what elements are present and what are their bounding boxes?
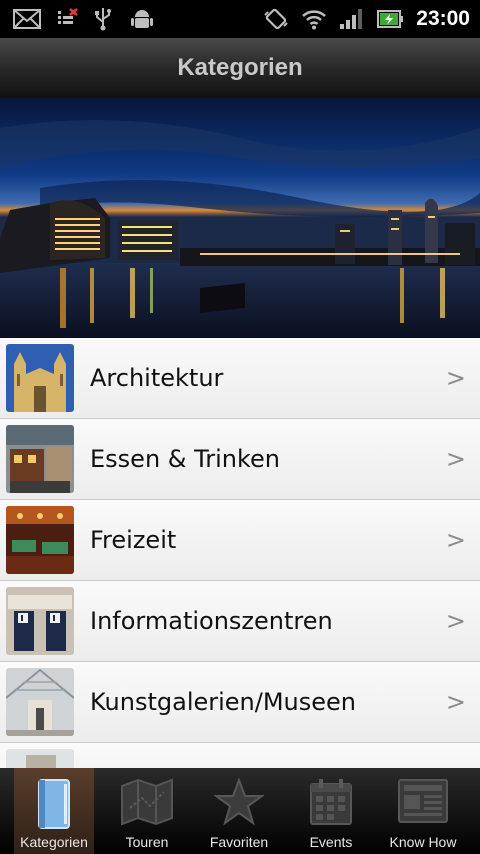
book-icon [34,778,74,836]
museum-thumbnail [6,668,74,736]
list-item-freizeit[interactable]: Freizeit > [0,500,480,581]
chevron-right-icon: > [445,445,466,473]
list-item-partial[interactable] [0,743,480,768]
android-debug-icon [130,0,154,38]
wifi-icon [300,0,328,38]
list-item-label: Kunstgalerien/Museen [90,688,357,716]
food-drink-thumbnail [6,425,74,493]
clock: 23:00 [416,7,470,30]
tab-kategorien[interactable]: Kategorien [14,768,94,854]
calendar-icon [309,778,353,830]
tab-label: Favoriten [209,834,269,850]
list-item-label: Essen & Trinken [90,445,281,473]
battery-icon [376,0,404,38]
tab-label: Know How [389,834,457,850]
map-icon [120,778,174,830]
page-title: Kategorien [177,54,303,81]
tab-know-how[interactable]: Know How [383,768,463,854]
newspaper-icon [397,778,449,828]
star-icon [212,777,266,830]
list-item-architektur[interactable]: Architektur > [0,338,480,419]
tab-label: Touren [125,834,169,850]
chevron-right-icon: > [445,607,466,635]
tab-favoriten[interactable]: Favoriten [199,768,279,854]
title-bar: Kategorien [0,38,480,99]
signal-icon [338,0,364,38]
chevron-right-icon: > [445,364,466,392]
vibrate-icon [262,0,290,38]
architecture-thumbnail [6,344,74,412]
tab-label: Kategorien [20,834,88,850]
usb-icon [92,0,114,38]
bottom-tab-bar: Kategorien Touren Favoriten Events Know … [0,768,480,854]
tab-events[interactable]: Events [291,768,371,854]
status-bar: 23:00 [0,0,480,38]
hero-image [0,98,480,338]
category-list: Architektur > Essen & Trinken > Freizeit… [0,338,480,768]
tab-touren[interactable]: Touren [107,768,187,854]
list-item-informationszentren[interactable]: Informationszentren > [0,581,480,662]
list-item-label: Architektur [90,364,224,392]
list-item-label: Informationszentren [90,607,333,635]
list-item-kunstgalerien-museen[interactable]: Kunstgalerien/Museen > [0,662,480,743]
list-item-essen-trinken[interactable]: Essen & Trinken > [0,419,480,500]
chevron-right-icon: > [445,526,466,554]
tab-label: Events [309,834,353,850]
information-centre-thumbnail [6,587,74,655]
chevron-right-icon: > [445,688,466,716]
email-icon [12,0,42,38]
partial-thumbnail [6,749,74,768]
list-item-label: Freizeit [90,526,177,554]
leisure-thumbnail [6,506,74,574]
sim-missing-icon [56,0,80,38]
